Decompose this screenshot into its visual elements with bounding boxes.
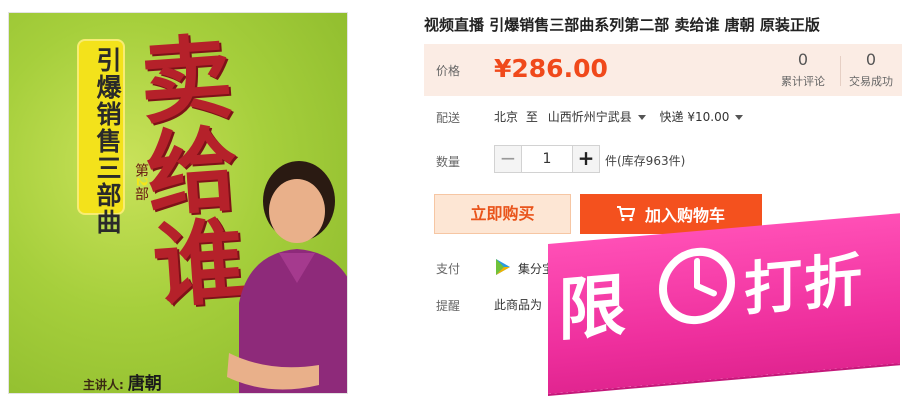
cover-speaker-label: 主讲人: — [83, 378, 124, 392]
chevron-down-icon — [637, 115, 646, 120]
quantity-stepper: − + — [494, 145, 600, 173]
sales-label: 交易成功 — [849, 75, 893, 88]
reminder-text: 此商品为 — [494, 298, 543, 312]
payment-label: 支付 — [436, 262, 461, 276]
chevron-down-icon — [735, 115, 744, 120]
price-label: 价格 — [436, 64, 461, 78]
cover-speaker-name: 唐朝 — [127, 374, 162, 394]
clock-icon — [659, 247, 735, 325]
shipping-method-select[interactable]: 快递 ¥10.00 — [660, 108, 750, 125]
buy-now-button[interactable]: 立即购买 — [434, 194, 571, 234]
shipping-to-word: 至 — [525, 110, 538, 124]
reviews-label: 累计评论 — [781, 75, 825, 88]
reminder-label: 提醒 — [436, 299, 461, 313]
limited-discount-banner: 限 打折 — [548, 213, 900, 394]
sales-count: 0 — [865, 50, 877, 69]
sales-stat: 0 交易成功 — [836, 50, 904, 89]
reviews-count: 0 — [797, 50, 809, 69]
product-title: 视频直播 引爆销售三部曲系列第二部 卖给谁 唐朝 原装正版 — [424, 16, 820, 34]
shipping-method: 快递 ¥10.00 — [659, 110, 730, 124]
price-value: ¥286.00 — [494, 54, 608, 83]
add-to-cart-label: 加入购物车 — [644, 206, 725, 225]
speaker-photo — [227, 161, 347, 393]
quantity-plus-button[interactable]: + — [572, 145, 600, 173]
shipping-row: 北京 至 山西忻州宁武县 快递 ¥10.00 — [494, 108, 749, 125]
shipping-label: 配送 — [436, 111, 461, 125]
price-panel: 价格 ¥286.00 0 累计评论 0 交易成功 — [424, 44, 902, 96]
promo-discount-text: 打折 — [744, 245, 865, 324]
product-image: 引爆销售三部曲 第2部 卖给谁 主讲人: 唐朝 — [8, 12, 348, 394]
shipping-destination-select[interactable]: 山西忻州宁武县 — [548, 108, 652, 125]
quantity-minus-button[interactable]: − — [494, 145, 522, 173]
cover-series-text: 引爆销售三部曲 — [93, 47, 122, 236]
stock-text: 件(库存963件) — [605, 154, 686, 168]
shipping-destination: 山西忻州宁武县 — [547, 110, 632, 124]
jifenbao-icon — [496, 259, 510, 275]
cover-speaker: 主讲人: 唐朝 — [83, 369, 162, 394]
shipping-from: 北京 — [494, 110, 519, 124]
quantity-input[interactable] — [522, 145, 572, 173]
reviews-stat[interactable]: 0 累计评论 — [768, 50, 838, 89]
quantity-label: 数量 — [436, 155, 461, 169]
cart-icon — [616, 206, 635, 222]
promo-limit-text: 限 — [558, 266, 625, 352]
